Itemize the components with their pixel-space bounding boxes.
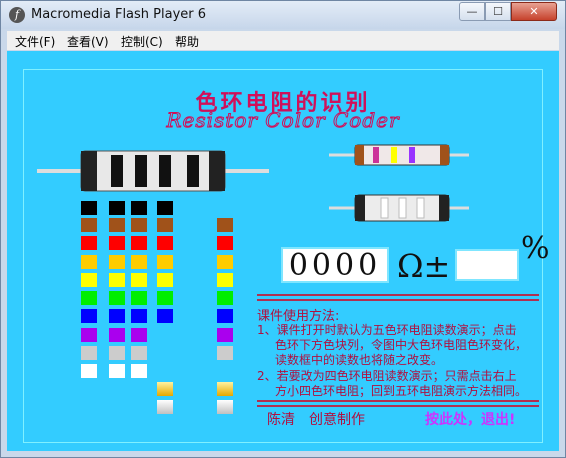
small-resistor-five-band[interactable]	[329, 143, 469, 167]
swatch-col2-blue[interactable]	[109, 309, 125, 323]
maximize-button[interactable]: ☐	[485, 2, 511, 21]
swatch-col2-yellow[interactable]	[109, 273, 125, 287]
instruction-line: 色环下方色块列，令图中大色环电阻色环变化，	[275, 338, 528, 352]
swatch-col3-white[interactable]	[131, 364, 147, 378]
large-resistor	[37, 150, 269, 192]
instruction-line: 2、若要改为四色环电阻读数演示；只需点击右上	[257, 369, 517, 383]
swatch-col1-green[interactable]	[81, 291, 97, 305]
swatch-col2-red[interactable]	[109, 236, 125, 250]
swatch-col4-red[interactable]	[157, 236, 173, 250]
swatch-col1-white[interactable]	[81, 364, 97, 378]
ohm-symbol: Ω±	[397, 247, 451, 285]
swatch-col2-orange[interactable]	[109, 255, 125, 269]
swatch-col1-black[interactable]	[81, 201, 97, 215]
swatch-col3-gray[interactable]	[131, 346, 147, 360]
swatch-col3-yellow[interactable]	[131, 273, 147, 287]
swatch-col3-orange[interactable]	[131, 255, 147, 269]
swatch-col5-gray[interactable]	[217, 346, 233, 360]
flash-app-icon: f	[9, 7, 25, 23]
swatch-col3-violet[interactable]	[131, 328, 147, 342]
swatch-col2-black[interactable]	[109, 201, 125, 215]
swatch-col4-orange[interactable]	[157, 255, 173, 269]
swatch-col5-gold[interactable]	[217, 382, 233, 396]
swatch-col1-blue[interactable]	[81, 309, 97, 323]
swatch-col3-brown[interactable]	[131, 218, 147, 232]
instruction-line: 1、课件打开时默认为五色环电阻读数演示；点击	[257, 323, 517, 337]
swatch-col1-yellow[interactable]	[81, 273, 97, 287]
flash-player-window: f Macromedia Flash Player 6 — ☐ ✕ 文件(F) …	[0, 0, 566, 458]
value-display: 0000	[281, 247, 389, 283]
tolerance-display	[455, 249, 519, 281]
swatch-col4-black[interactable]	[157, 201, 173, 215]
instruction-line: 方小四色环电阻；回到五环电阻演示方法相同。	[275, 384, 528, 398]
swatch-col3-black[interactable]	[131, 201, 147, 215]
menu-view[interactable]: 查看(V)	[67, 33, 109, 50]
swatch-col5-orange[interactable]	[217, 255, 233, 269]
author-credit: 陈清 创意制作	[267, 412, 365, 428]
swatch-col1-orange[interactable]	[81, 255, 97, 269]
swatch-col2-green[interactable]	[109, 291, 125, 305]
big-band-1	[111, 155, 123, 187]
menu-bar: 文件(F) 查看(V) 控制(C) 帮助	[7, 31, 559, 50]
swatch-col2-brown[interactable]	[109, 218, 125, 232]
exit-button[interactable]: 按此处，退出!	[425, 409, 515, 429]
big-band-3	[159, 155, 171, 187]
swatch-col3-green[interactable]	[131, 291, 147, 305]
small-resistor-four-band[interactable]	[329, 193, 469, 223]
swatch-col5-green[interactable]	[217, 291, 233, 305]
swatch-col4-green[interactable]	[157, 291, 173, 305]
window-title: Macromedia Flash Player 6	[31, 7, 207, 22]
menu-control[interactable]: 控制(C)	[121, 33, 163, 50]
divider-top-1	[257, 294, 539, 296]
divider-bottom-2	[257, 405, 539, 407]
swatch-col2-white[interactable]	[109, 364, 125, 378]
swatch-col4-silver[interactable]	[157, 400, 173, 414]
swatch-col1-gray[interactable]	[81, 346, 97, 360]
swatch-col5-violet[interactable]	[217, 328, 233, 342]
swatch-col1-violet[interactable]	[81, 328, 97, 342]
flash-stage: 色环电阻的识别 Resistor Color Coder 0000 Ω± % 课…	[7, 51, 559, 451]
title-english: Resistor Color Coder	[166, 108, 400, 133]
swatch-col2-violet[interactable]	[109, 328, 125, 342]
swatch-col4-gold[interactable]	[157, 382, 173, 396]
swatch-col4-blue[interactable]	[157, 309, 173, 323]
swatch-col4-yellow[interactable]	[157, 273, 173, 287]
swatch-col2-gray[interactable]	[109, 346, 125, 360]
swatch-col5-brown[interactable]	[217, 218, 233, 232]
swatch-col5-yellow[interactable]	[217, 273, 233, 287]
divider-bottom-1	[257, 400, 539, 402]
minimize-button[interactable]: —	[459, 2, 485, 21]
swatch-col1-red[interactable]	[81, 236, 97, 250]
percent-symbol: %	[521, 231, 550, 266]
title-bar: f Macromedia Flash Player 6 — ☐ ✕	[1, 1, 565, 29]
swatch-col5-red[interactable]	[217, 236, 233, 250]
close-button[interactable]: ✕	[511, 2, 557, 21]
instruction-line: 读数框中的读数也将随之改变。	[275, 353, 444, 367]
divider-top-2	[257, 299, 539, 301]
big-band-4	[187, 155, 199, 187]
swatch-col3-blue[interactable]	[131, 309, 147, 323]
menu-help[interactable]: 帮助	[175, 33, 199, 50]
swatch-col5-silver[interactable]	[217, 400, 233, 414]
value-text: 0000	[288, 248, 382, 283]
swatch-col4-brown[interactable]	[157, 218, 173, 232]
swatch-col5-blue[interactable]	[217, 309, 233, 323]
menu-file[interactable]: 文件(F)	[15, 33, 55, 50]
big-band-2	[135, 155, 147, 187]
instructions-heading: 课件使用方法:	[257, 309, 340, 324]
swatch-col3-red[interactable]	[131, 236, 147, 250]
swatch-col1-brown[interactable]	[81, 218, 97, 232]
